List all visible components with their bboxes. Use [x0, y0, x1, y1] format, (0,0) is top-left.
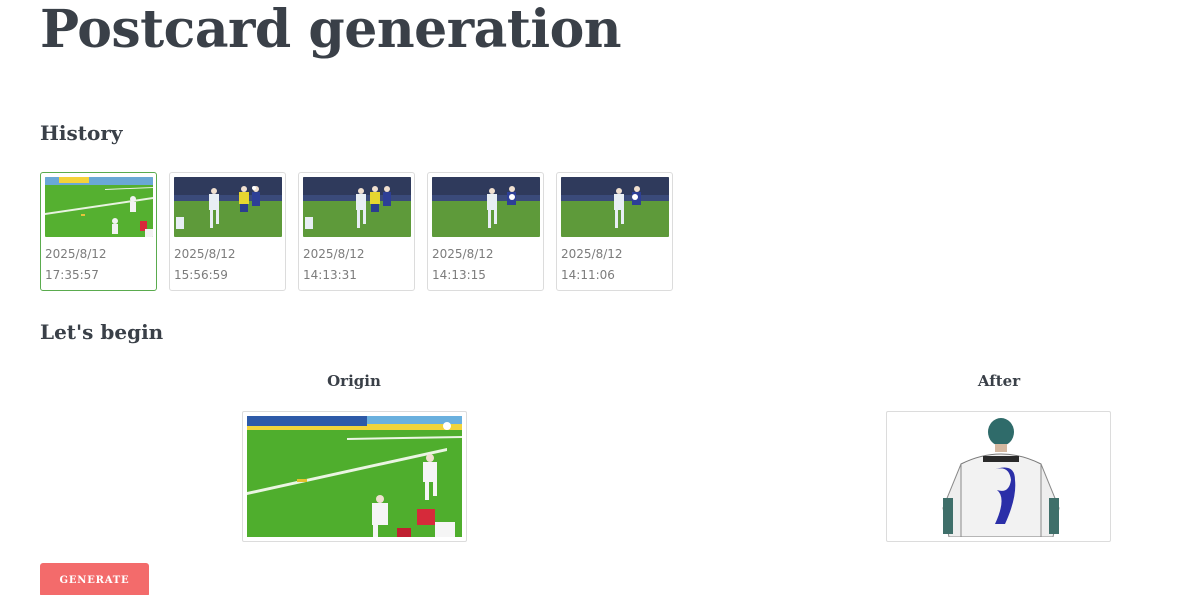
- history-thumbnail[interactable]: [45, 177, 153, 237]
- history-date: 2025/8/12: [45, 247, 107, 261]
- begin-title: Let's begin: [40, 320, 164, 344]
- history-date: 2025/8/12: [303, 247, 365, 261]
- history-time: 15:56:59: [174, 268, 228, 282]
- history-thumbnail[interactable]: [303, 177, 411, 237]
- history-time: 14:11:06: [561, 268, 615, 282]
- history-list: 2025/8/12 17:35:57 2025/8/12 15:56:59 20…: [40, 172, 673, 291]
- page-title: Postcard generation: [40, 0, 622, 60]
- history-thumbnail[interactable]: [432, 177, 540, 237]
- history-card[interactable]: 2025/8/12 14:13:31: [298, 172, 415, 291]
- history-time: 14:13:31: [303, 268, 357, 282]
- history-date: 2025/8/12: [432, 247, 494, 261]
- after-picture: [891, 416, 1106, 537]
- history-time: 17:35:57: [45, 268, 99, 282]
- history-card[interactable]: 2025/8/12 15:56:59: [169, 172, 286, 291]
- history-card[interactable]: 2025/8/12 14:11:06: [556, 172, 673, 291]
- origin-label: Origin: [327, 372, 381, 390]
- history-thumbnail[interactable]: [174, 177, 282, 237]
- after-image: [886, 411, 1111, 542]
- origin-image[interactable]: [242, 411, 467, 542]
- history-card[interactable]: 2025/8/12 17:35:57: [40, 172, 157, 291]
- generate-button[interactable]: GENERATE: [40, 563, 149, 595]
- history-time: 14:13:15: [432, 268, 486, 282]
- after-label: After: [977, 372, 1021, 390]
- history-title: History: [40, 121, 123, 145]
- history-date: 2025/8/12: [561, 247, 623, 261]
- origin-picture: [247, 416, 462, 537]
- history-date: 2025/8/12: [174, 247, 236, 261]
- history-card[interactable]: 2025/8/12 14:13:15: [427, 172, 544, 291]
- history-thumbnail[interactable]: [561, 177, 669, 237]
